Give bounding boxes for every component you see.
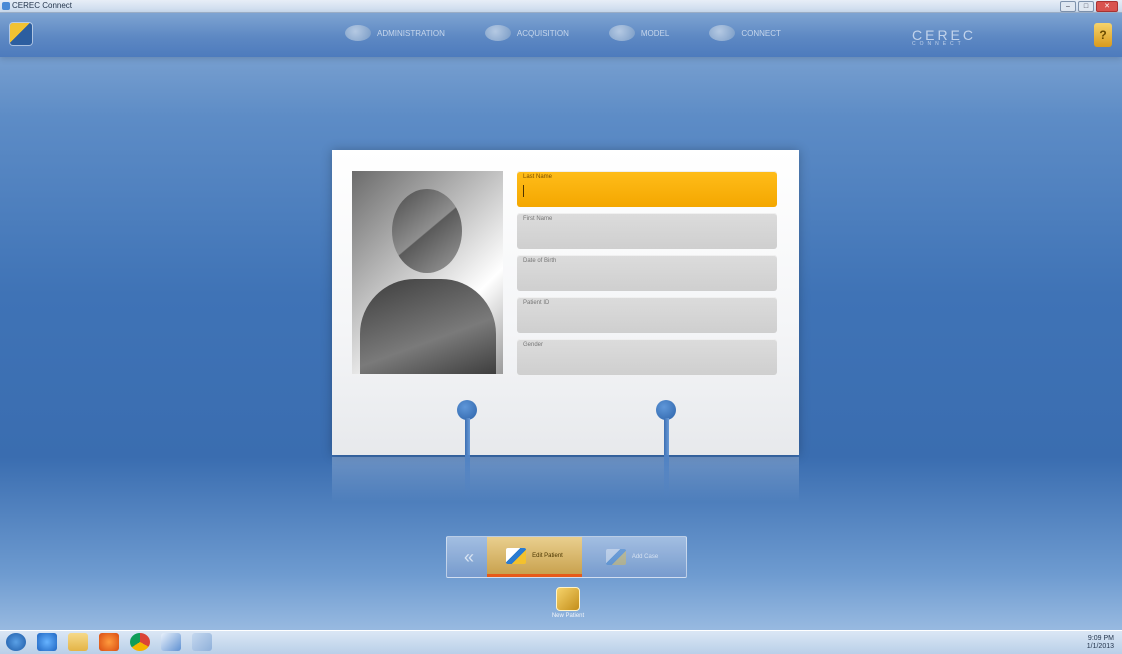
model-icon — [608, 25, 635, 41]
window-title-bar: CEREC Connect – □ ✕ — [0, 0, 1122, 13]
step-connect[interactable]: CONNECT — [709, 25, 781, 41]
main-menu-button[interactable] — [10, 23, 32, 45]
window-controls: – □ ✕ — [1060, 1, 1118, 12]
double-chevron-left-icon: « — [463, 546, 474, 567]
gender-field[interactable]: Gender — [517, 339, 777, 375]
connect-icon — [709, 25, 736, 41]
last-name-field[interactable]: Last Name — [517, 171, 777, 207]
patient-card: Last Name First Name Date of Birth Patie… — [332, 150, 799, 458]
system-tray-clock[interactable]: 9:09 PM 1/1/2013 — [1087, 635, 1114, 651]
app-icon — [2, 2, 10, 10]
back-button[interactable]: « — [447, 537, 487, 577]
cerec-icon[interactable] — [161, 633, 181, 651]
tool-icon[interactable] — [192, 633, 212, 651]
chrome-icon[interactable] — [130, 633, 150, 651]
card-pin-right — [655, 400, 677, 460]
pin-reflection-left — [465, 455, 470, 500]
card-reflection — [332, 457, 799, 502]
taskbar-icons — [6, 633, 212, 651]
close-button[interactable]: ✕ — [1096, 1, 1118, 12]
field-label: Gender — [523, 342, 544, 348]
windows-taskbar: 9:09 PM 1/1/2013 — [0, 630, 1122, 654]
administration-icon — [345, 25, 371, 41]
date-of-birth-field[interactable]: Date of Birth — [517, 255, 777, 291]
field-label: Last Name — [523, 174, 553, 180]
step-label: MODEL — [640, 28, 670, 38]
field-label: Patient ID — [523, 300, 550, 306]
internet-explorer-icon[interactable] — [37, 633, 57, 651]
text-caret — [523, 185, 524, 197]
card-pin-left — [456, 400, 478, 460]
step-acquisition[interactable]: ACQUISITION — [484, 25, 569, 41]
edit-patient-button[interactable]: Edit Patient — [487, 537, 582, 577]
window-title: CEREC Connect — [12, 1, 73, 10]
patient-fields: Last Name First Name Date of Birth Patie… — [517, 171, 777, 381]
top-app-bar: ADMINISTRATION ACQUISITION MODEL CONNECT… — [0, 13, 1122, 57]
new-patient-label: New Patient — [551, 613, 585, 619]
new-patient-icon — [556, 587, 580, 611]
minimize-button[interactable]: – — [1060, 1, 1076, 12]
patient-id-field[interactable]: Patient ID — [517, 297, 777, 333]
clock-time: 9:09 PM — [1087, 635, 1114, 642]
workflow-steps: ADMINISTRATION ACQUISITION MODEL CONNECT — [345, 25, 781, 41]
pin-stem — [464, 418, 470, 458]
pin-reflection-right — [664, 455, 669, 500]
media-player-icon[interactable] — [99, 633, 119, 651]
help-button[interactable]: ? — [1094, 23, 1112, 47]
maximize-button[interactable]: □ — [1078, 1, 1094, 12]
field-label: Date of Birth — [523, 258, 557, 264]
edit-patient-label: Edit Patient — [532, 552, 563, 559]
edit-icon — [506, 547, 527, 564]
add-case-icon — [605, 549, 626, 565]
pin-knob — [656, 400, 676, 420]
acquisition-icon — [484, 25, 511, 41]
first-name-field[interactable]: First Name — [517, 213, 777, 249]
patient-photo[interactable] — [352, 171, 503, 374]
clock-date: 1/1/2013 — [1086, 643, 1114, 650]
pin-knob — [457, 400, 477, 420]
step-model[interactable]: MODEL — [608, 25, 670, 41]
add-case-label: Add Case — [631, 554, 659, 560]
step-label: CONNECT — [741, 28, 781, 38]
pin-stem — [663, 418, 669, 458]
brand-logo: CEREC CONNECT — [912, 27, 976, 47]
start-icon[interactable] — [6, 633, 26, 651]
step-administration[interactable]: ADMINISTRATION — [345, 25, 445, 41]
add-case-button[interactable]: Add Case — [582, 537, 682, 577]
step-label: ACQUISITION — [516, 28, 569, 38]
avatar-head — [392, 189, 462, 273]
folder-icon[interactable] — [68, 633, 88, 651]
step-label: ADMINISTRATION — [377, 28, 445, 38]
avatar-body — [360, 279, 496, 374]
field-label: First Name — [523, 216, 553, 222]
new-patient-button[interactable]: New Patient — [544, 587, 592, 619]
action-strip: « Edit Patient Add Case — [446, 536, 687, 578]
